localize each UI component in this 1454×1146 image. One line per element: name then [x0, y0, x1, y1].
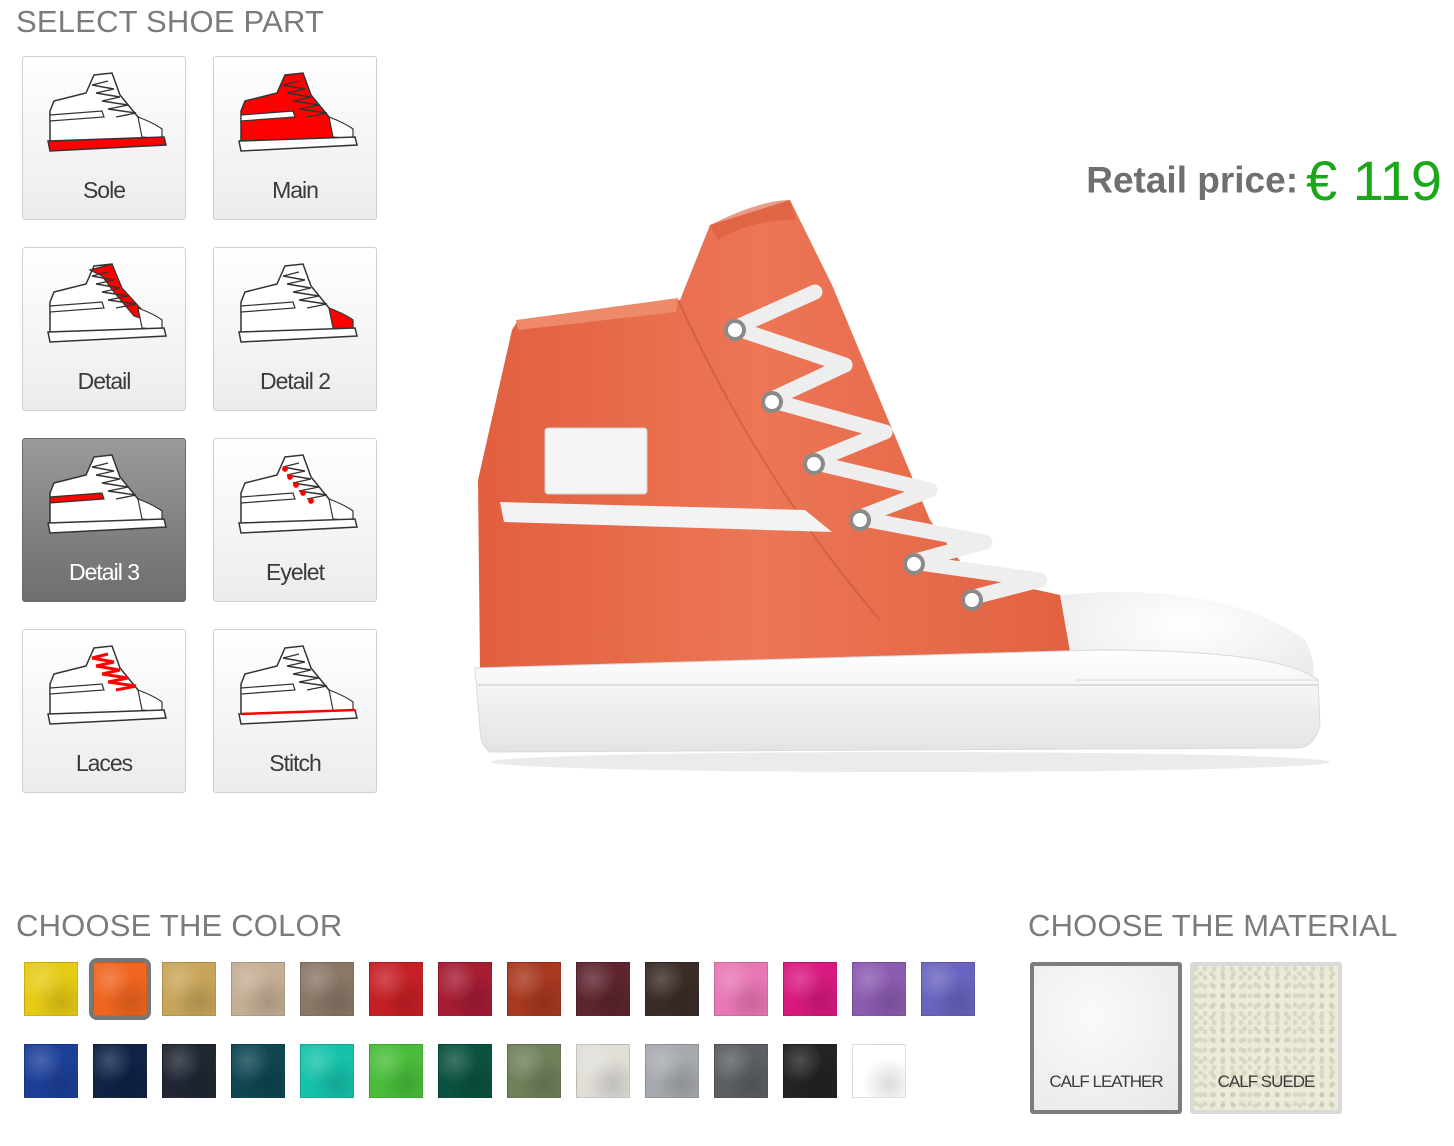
color-swatch[interactable] [714, 1044, 768, 1098]
material-calf-suede[interactable]: CALF SUEDE [1190, 962, 1342, 1114]
color-swatch[interactable] [438, 962, 492, 1016]
color-swatch[interactable] [852, 962, 906, 1016]
part-label: Detail [77, 368, 132, 394]
color-swatch[interactable] [714, 962, 768, 1016]
shoe-part-grid: Sole Main Detail Detail 2 Detail 3 Eyele… [22, 56, 382, 796]
choose-material-heading: CHOOSE THE MATERIAL [1028, 908, 1398, 943]
color-swatch[interactable] [507, 962, 561, 1016]
color-swatch[interactable] [645, 962, 699, 1016]
part-label: Laces [75, 750, 133, 776]
color-swatch[interactable] [162, 962, 216, 1016]
part-button-detail[interactable]: Detail [22, 247, 186, 411]
part-button-detail-3[interactable]: Detail 3 [22, 438, 186, 602]
color-swatch[interactable] [231, 1044, 285, 1098]
part-button-laces[interactable]: Laces [22, 629, 186, 793]
part-label: Detail 2 [260, 368, 331, 394]
part-button-eyelet[interactable]: Eyelet [213, 438, 377, 602]
color-swatch[interactable] [507, 1044, 561, 1098]
color-swatch[interactable] [576, 962, 630, 1016]
color-swatch[interactable] [783, 962, 837, 1016]
color-swatch[interactable] [645, 1044, 699, 1098]
color-swatch[interactable] [300, 1044, 354, 1098]
color-swatch[interactable] [162, 1044, 216, 1098]
part-label: Eyelet [266, 559, 325, 585]
color-swatch[interactable] [300, 962, 354, 1016]
material-label-calf-leather: CALF LEATHER [1049, 1072, 1163, 1091]
sneaker-preview-image [474, 200, 1330, 772]
color-swatch[interactable] [24, 962, 78, 1016]
material-label-calf-suede: CALF SUEDE [1217, 1072, 1316, 1091]
color-swatch[interactable] [369, 962, 423, 1016]
part-button-stitch[interactable]: Stitch [213, 629, 377, 793]
color-swatch[interactable] [24, 1044, 78, 1098]
select-shoe-part-heading: SELECT SHOE PART [16, 4, 325, 39]
color-swatch[interactable] [921, 962, 975, 1016]
color-swatch[interactable] [89, 958, 151, 1020]
part-button-sole[interactable]: Sole [22, 56, 186, 220]
material-calf-leather[interactable]: CALF LEATHER [1030, 962, 1182, 1114]
part-label: Stitch [269, 750, 322, 776]
color-swatch[interactable] [231, 962, 285, 1016]
part-label: Main [272, 177, 319, 203]
part-label: Detail 3 [69, 559, 140, 585]
color-swatch[interactable] [852, 1044, 906, 1098]
color-swatch[interactable] [576, 1044, 630, 1098]
part-label: Sole [82, 177, 126, 203]
color-swatch[interactable] [369, 1044, 423, 1098]
part-button-main[interactable]: Main [213, 56, 377, 220]
choose-color-heading: CHOOSE THE COLOR [16, 908, 343, 943]
color-swatch[interactable] [783, 1044, 837, 1098]
color-swatch-grid [24, 958, 984, 1112]
color-swatch[interactable] [93, 1044, 147, 1098]
part-button-detail-2[interactable]: Detail 2 [213, 247, 377, 411]
color-swatch[interactable] [438, 1044, 492, 1098]
